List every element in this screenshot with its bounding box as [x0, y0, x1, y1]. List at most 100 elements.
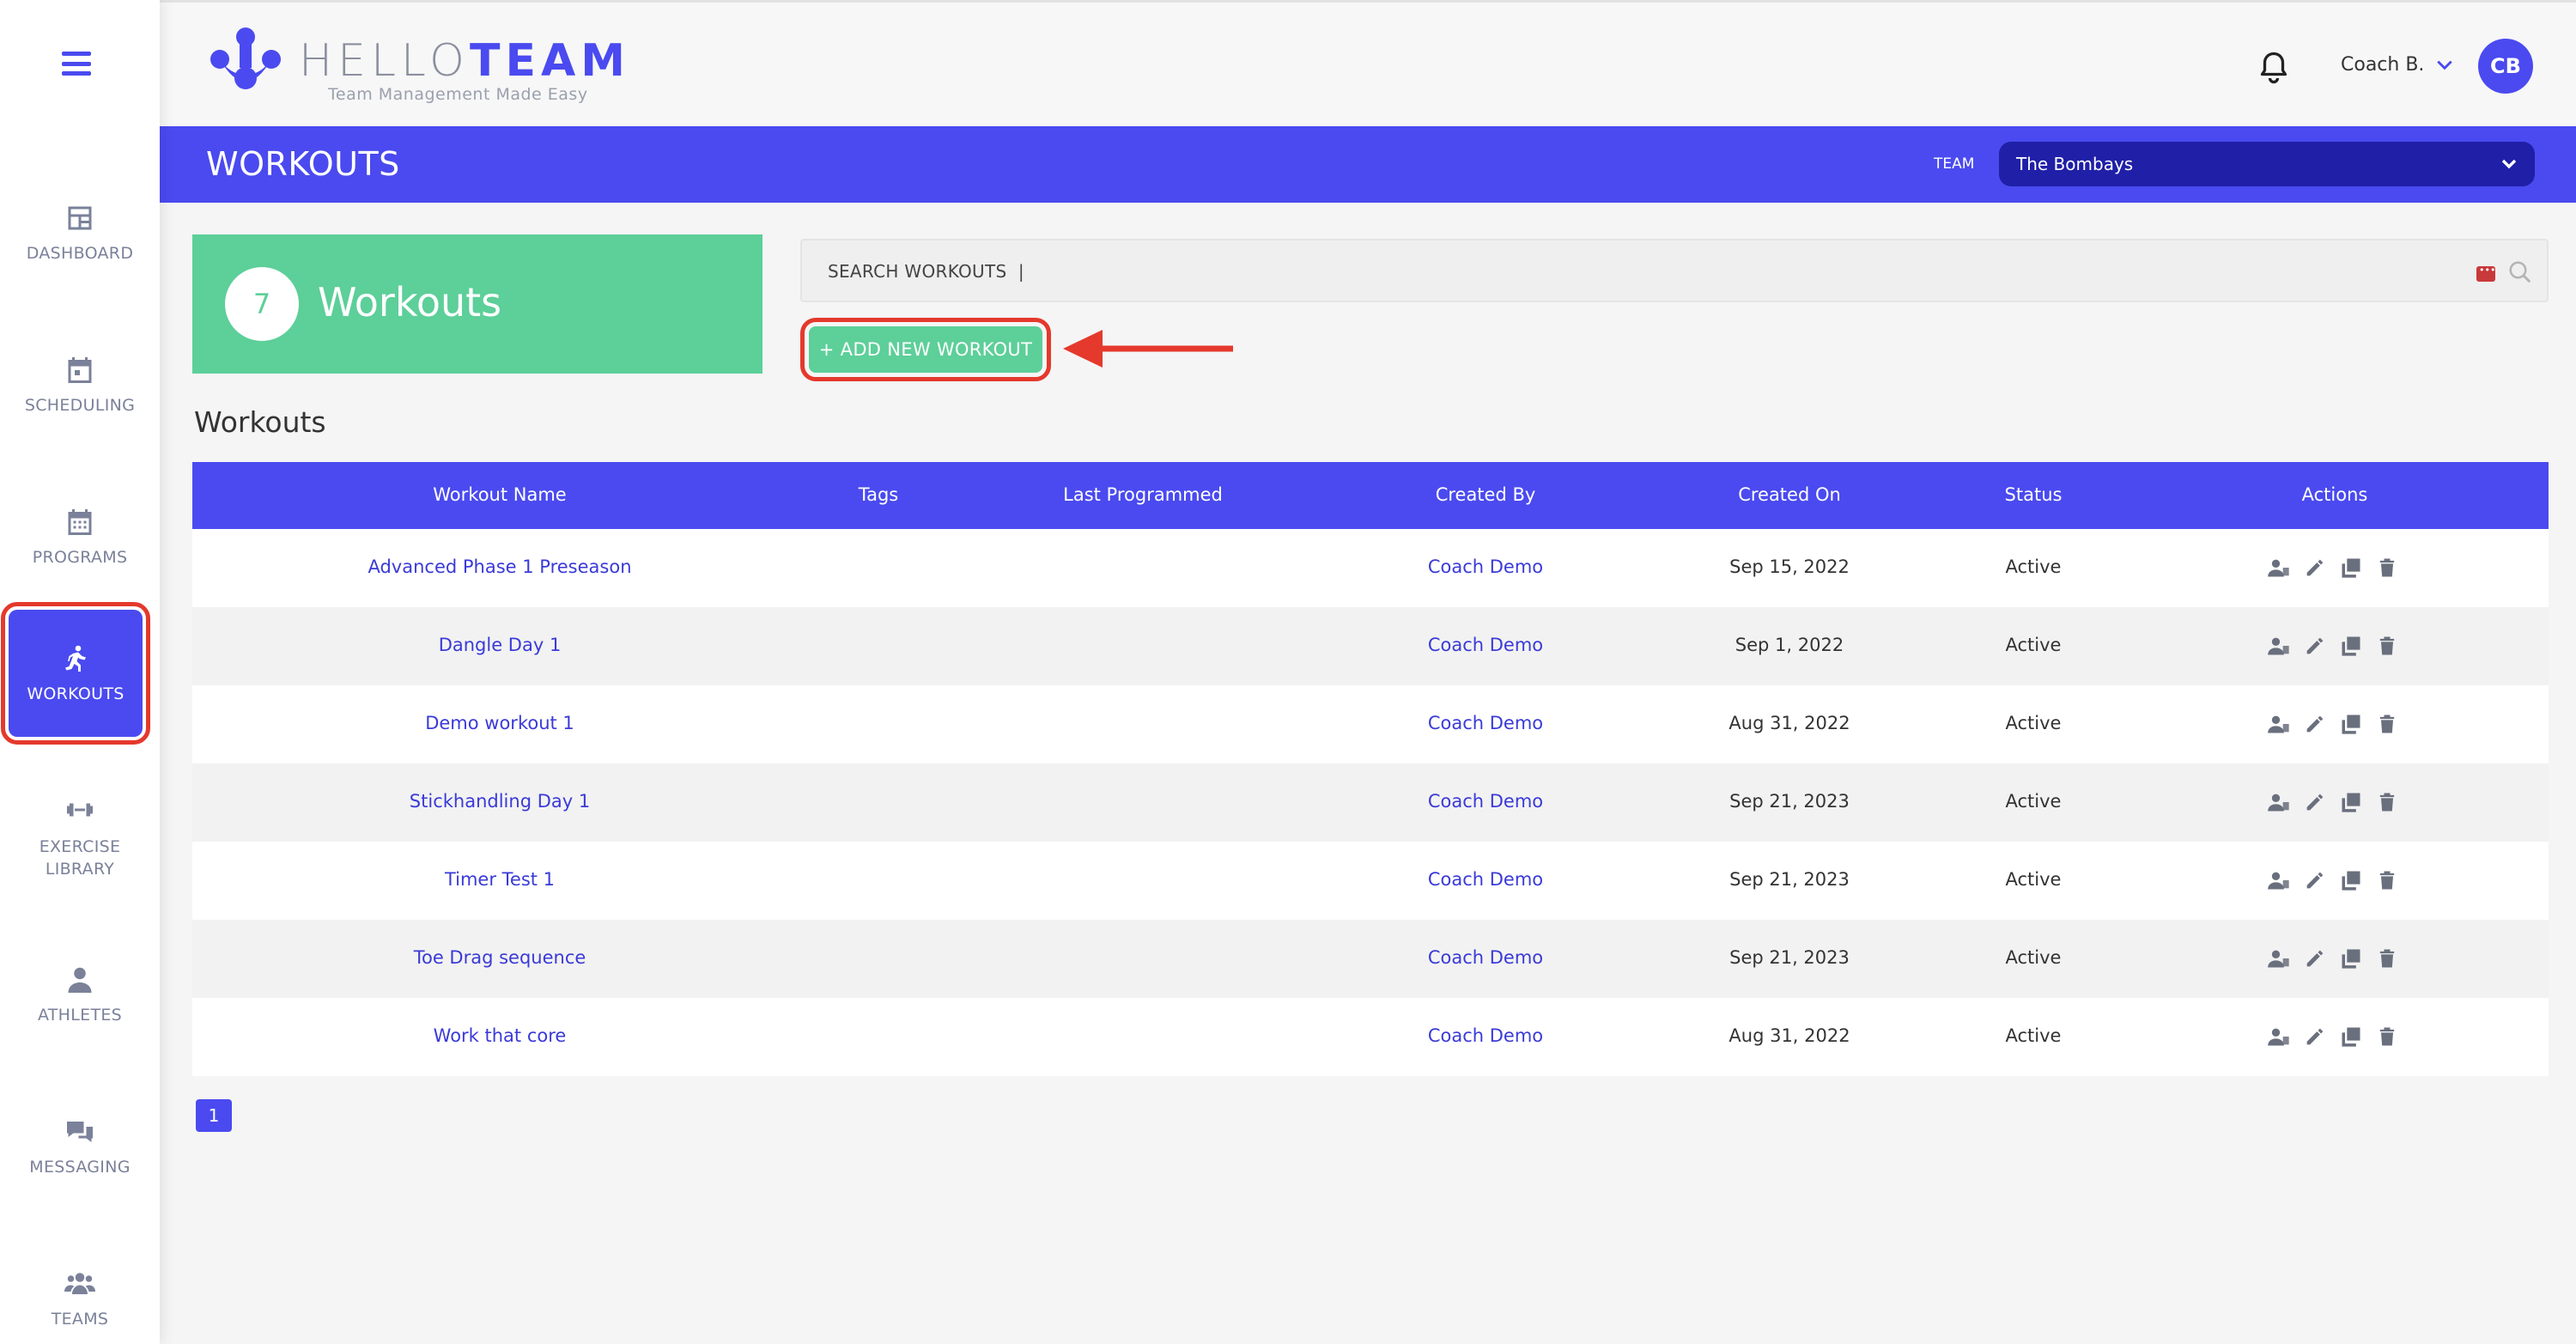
- sidebar: DASHBOARD SCHEDULING PROGRAMS WORKOUTS E…: [0, 0, 160, 1344]
- status-text: Active: [2005, 1025, 2062, 1046]
- edit-pencil-icon[interactable]: [2303, 556, 2327, 580]
- duplicate-icon[interactable]: [2339, 790, 2363, 814]
- sidebar-item-label: ATHLETES: [37, 1006, 123, 1025]
- status-text: Active: [2005, 869, 2062, 890]
- row-actions: [2267, 1024, 2421, 1049]
- table-row: Stickhandling Day 1 Coach Demo Sep 21, 202…: [192, 763, 2549, 842]
- created-by-link[interactable]: Coach Demo: [1428, 791, 1543, 812]
- assign-athletes-icon[interactable]: [2267, 634, 2291, 658]
- avatar[interactable]: CB: [2478, 39, 2533, 94]
- table-row: Dangle Day 1 Coach Demo Sep 1, 2022 Active: [192, 607, 2549, 685]
- sidebar-item-dashboard[interactable]: DASHBOARD: [0, 168, 160, 297]
- created-by-link[interactable]: Coach Demo: [1428, 947, 1543, 968]
- brand-team: TEAM: [469, 35, 630, 87]
- user-name[interactable]: Coach B.: [2341, 54, 2424, 76]
- duplicate-icon[interactable]: [2339, 868, 2363, 892]
- column-header-created-by[interactable]: Created By: [1436, 484, 1536, 505]
- sidebar-item-teams[interactable]: TEAMS: [0, 1234, 160, 1344]
- section-title: Workouts: [194, 405, 326, 439]
- dashboard-icon: [68, 206, 92, 230]
- dumbbell-icon: [67, 803, 93, 817]
- sidebar-item-messaging[interactable]: MESSAGING: [0, 1082, 160, 1211]
- status-text: Active: [2005, 713, 2062, 733]
- sidebar-item-athletes[interactable]: ATHLETES: [0, 930, 160, 1059]
- assign-athletes-icon[interactable]: [2267, 946, 2291, 970]
- workout-name-link[interactable]: Advanced Phase 1 Preseason: [368, 556, 631, 577]
- edit-pencil-icon[interactable]: [2303, 946, 2327, 970]
- search-icon[interactable]: [2507, 259, 2533, 285]
- created-by-link[interactable]: Coach Demo: [1428, 713, 1543, 733]
- created-on-date: Sep 21, 2023: [1729, 947, 1850, 968]
- edit-pencil-icon[interactable]: [2303, 1025, 2327, 1049]
- add-new-workout-button[interactable]: + ADD NEW WORKOUT: [800, 318, 1051, 381]
- pagination-page-button[interactable]: 1: [196, 1099, 232, 1132]
- assign-athletes-icon[interactable]: [2267, 556, 2291, 580]
- status-text: Active: [2005, 791, 2062, 812]
- table-row: Timer Test 1 Coach Demo Sep 21, 2023 Active: [192, 842, 2549, 920]
- annotation-arrow-icon: [1063, 330, 1233, 368]
- status-text: Active: [2005, 556, 2062, 577]
- workout-name-link[interactable]: Timer Test 1: [445, 869, 555, 890]
- trash-icon[interactable]: [2375, 1025, 2399, 1049]
- table-row: Toe Drag sequence Coach Demo Sep 21, 2023 A…: [192, 920, 2549, 998]
- column-header-tags[interactable]: Tags: [859, 484, 899, 505]
- trash-icon[interactable]: [2375, 634, 2399, 658]
- hamburger-menu-icon[interactable]: [62, 52, 91, 76]
- sidebar-item-label: MESSAGING: [29, 1158, 131, 1177]
- assign-athletes-icon[interactable]: [2267, 868, 2291, 892]
- created-by-link[interactable]: Coach Demo: [1428, 1025, 1543, 1046]
- edit-pencil-icon[interactable]: [2303, 712, 2327, 736]
- chevron-down-icon[interactable]: [2435, 58, 2454, 73]
- workout-name-link[interactable]: Work that core: [434, 1025, 567, 1046]
- column-header-status[interactable]: Status: [2005, 484, 2063, 505]
- sidebar-item-exercise-library[interactable]: EXERCISE LIBRARY: [0, 773, 160, 902]
- edit-pencil-icon[interactable]: [2303, 790, 2327, 814]
- trash-icon[interactable]: [2375, 946, 2399, 970]
- workouts-count-label: Workouts: [318, 279, 502, 325]
- duplicate-icon[interactable]: [2339, 634, 2363, 658]
- sidebar-item-programs[interactable]: PROGRAMS: [0, 472, 160, 601]
- table-row: Work that core Coach Demo Aug 31, 2022 Acti…: [192, 998, 2549, 1076]
- page-title: WORKOUTS: [206, 145, 400, 183]
- created-by-link[interactable]: Coach Demo: [1428, 556, 1543, 577]
- trash-icon[interactable]: [2375, 790, 2399, 814]
- assign-athletes-icon[interactable]: [2267, 1025, 2291, 1049]
- brand-tagline: Team Management Made Easy: [328, 85, 588, 104]
- created-by-link[interactable]: Coach Demo: [1428, 635, 1543, 655]
- duplicate-icon[interactable]: [2339, 556, 2363, 580]
- workouts-count: 7: [225, 267, 299, 341]
- team-select[interactable]: The Bombays: [1999, 142, 2535, 186]
- trash-icon[interactable]: [2375, 712, 2399, 736]
- workout-name-link[interactable]: Stickhandling Day 1: [410, 791, 590, 812]
- row-actions: [2267, 789, 2421, 815]
- duplicate-icon[interactable]: [2339, 946, 2363, 970]
- edit-pencil-icon[interactable]: [2303, 634, 2327, 658]
- sidebar-item-label: PROGRAMS: [32, 548, 128, 567]
- sidebar-item-scheduling[interactable]: SCHEDULING: [0, 320, 160, 449]
- search-input[interactable]: [828, 256, 2459, 287]
- workout-name-link[interactable]: Demo workout 1: [425, 713, 574, 733]
- sidebar-item-workouts[interactable]: WORKOUTS: [1, 602, 150, 745]
- workout-name-link[interactable]: Dangle Day 1: [439, 635, 562, 655]
- workout-name-link[interactable]: Toe Drag sequence: [414, 947, 586, 968]
- column-header-created-on[interactable]: Created On: [1738, 484, 1841, 505]
- password-manager-icon[interactable]: [2476, 265, 2495, 282]
- assign-athletes-icon[interactable]: [2267, 790, 2291, 814]
- trash-icon[interactable]: [2375, 556, 2399, 580]
- created-on-date: Aug 31, 2022: [1728, 713, 1850, 733]
- assign-athletes-icon[interactable]: [2267, 712, 2291, 736]
- created-on-date: Sep 15, 2022: [1729, 556, 1850, 577]
- column-header-actions: Actions: [2301, 484, 2368, 505]
- duplicate-icon[interactable]: [2339, 1025, 2363, 1049]
- trash-icon[interactable]: [2375, 868, 2399, 892]
- helloteam-logo-icon[interactable]: [210, 27, 282, 95]
- duplicate-icon[interactable]: [2339, 712, 2363, 736]
- edit-pencil-icon[interactable]: [2303, 868, 2327, 892]
- bell-icon[interactable]: [2258, 51, 2289, 85]
- column-header-last-programmed[interactable]: Last Programmed: [1063, 484, 1223, 505]
- sidebar-item-label: TEAMS: [51, 1310, 109, 1329]
- column-header-workout-name[interactable]: Workout Name: [433, 484, 566, 505]
- row-actions: [2267, 946, 2421, 971]
- created-by-link[interactable]: Coach Demo: [1428, 869, 1543, 890]
- calendar-icon: [68, 357, 92, 383]
